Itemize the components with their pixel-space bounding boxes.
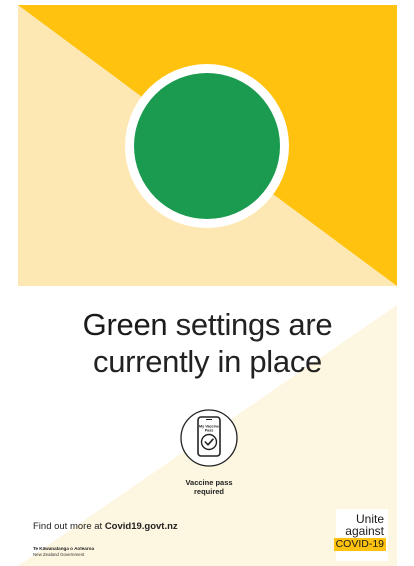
gov-english-name: New Zealand Government bbox=[33, 552, 85, 557]
vaccine-pass-label-line-2: required bbox=[193, 487, 224, 496]
find-out-text: Find out more at bbox=[33, 521, 103, 532]
phone-text-2: Pass bbox=[205, 429, 214, 433]
poster: Green settings are currently in place My… bbox=[0, 0, 414, 566]
headline: Green settings are currently in place bbox=[18, 306, 397, 380]
headline-line-2: currently in place bbox=[93, 344, 322, 379]
traffic-light-green-dot bbox=[134, 73, 280, 219]
find-out-more: Find out more at Covid19.govt.nz bbox=[33, 521, 178, 532]
poster-sheet: Green settings are currently in place My… bbox=[18, 5, 397, 566]
unite-against-covid-logo: Unite against COVID-19 bbox=[333, 509, 388, 561]
vaccine-pass-phone-icon: My Vaccine Pass bbox=[180, 409, 238, 467]
headline-strong-word: Green bbox=[82, 307, 168, 342]
headline-rest: settings are bbox=[175, 307, 333, 342]
vaccine-pass-label: Vaccine pass required bbox=[158, 478, 260, 496]
logo-word-covid: COVID-19 bbox=[333, 538, 386, 551]
logo-word-against: against bbox=[345, 524, 384, 538]
covid-website-link[interactable]: Covid19.govt.nz bbox=[105, 521, 178, 532]
nz-government-logo: Te Kāwanatanga o Aotearoa New Zealand Go… bbox=[33, 546, 94, 558]
vaccine-pass-label-line-1: Vaccine pass bbox=[185, 478, 233, 487]
headline-line-1: Green settings are bbox=[18, 306, 397, 343]
